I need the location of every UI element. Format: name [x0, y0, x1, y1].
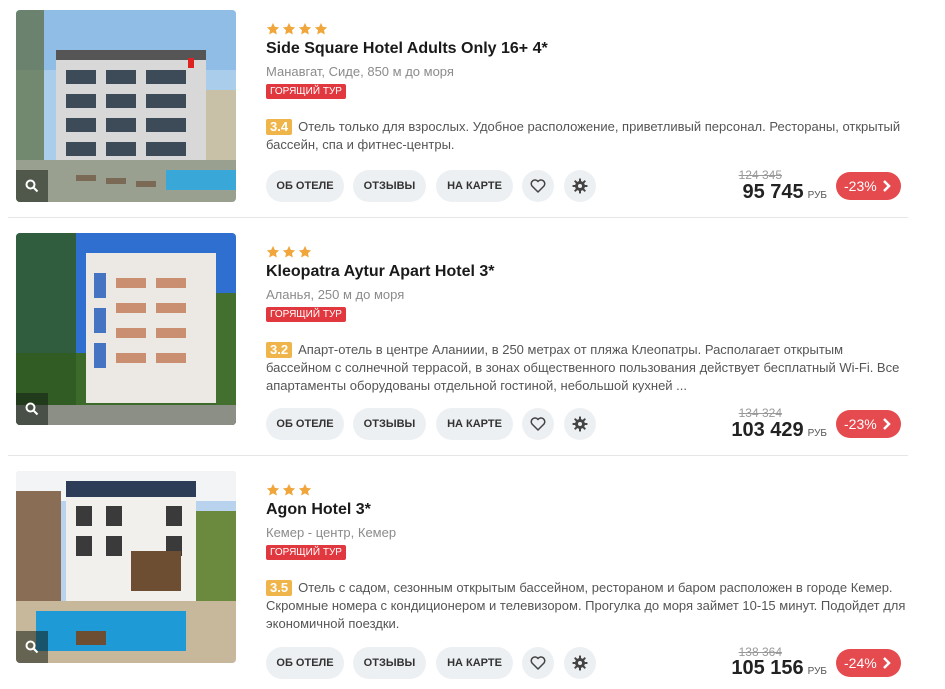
favorite-button[interactable] [522, 408, 554, 440]
about-hotel-button[interactable]: ОБ ОТЕЛЕ [266, 170, 344, 202]
heart-icon [530, 656, 546, 670]
favorite-button[interactable] [522, 170, 554, 202]
hotel-name[interactable]: Kleopatra Aytur Apart Hotel 3* [266, 263, 494, 281]
search-icon[interactable] [16, 170, 48, 202]
search-icon[interactable] [16, 393, 48, 425]
price: 95 745 РУБ [742, 181, 827, 204]
hot-tour-badge: ГОРЯЩИЙ ТУР [266, 545, 346, 560]
chevron-right-icon [883, 180, 891, 192]
reviews-button[interactable]: ОТЗЫВЫ [353, 408, 426, 440]
on-map-button[interactable]: НА КАРТЕ [436, 647, 513, 679]
hotel-photo[interactable] [16, 10, 236, 202]
price-value: 103 429 [731, 419, 804, 441]
settings-button[interactable] [564, 170, 596, 202]
old-price: 134 324 [738, 406, 782, 420]
on-map-button[interactable]: НА КАРТЕ [436, 170, 513, 202]
discount-value: -23% [844, 178, 877, 194]
rating-badge: 3.2 [266, 342, 293, 358]
star-icon [298, 483, 312, 496]
discount-value: -23% [844, 416, 877, 432]
about-hotel-button[interactable]: ОБ ОТЕЛЕ [266, 408, 344, 440]
heart-icon [530, 417, 546, 431]
star-icon [314, 22, 328, 35]
star-icon [298, 245, 312, 258]
hotel-stars [266, 22, 328, 36]
chevron-right-icon [883, 418, 891, 430]
gear-icon [572, 655, 588, 671]
search-icon[interactable] [16, 631, 48, 663]
reviews-button[interactable]: ОТЗЫВЫ [353, 647, 426, 679]
hot-tour-badge: ГОРЯЩИЙ ТУР [266, 84, 346, 99]
settings-button[interactable] [564, 408, 596, 440]
discount-value: -24% [844, 655, 877, 671]
currency: РУБ [807, 666, 827, 677]
reviews-button[interactable]: ОТЗЫВЫ [353, 170, 426, 202]
old-price: 124 345 [738, 168, 782, 182]
currency: РУБ [807, 428, 827, 439]
star-icon [282, 22, 296, 35]
on-map-button[interactable]: НА КАРТЕ [436, 408, 513, 440]
hotel-stars [266, 483, 312, 497]
price: 105 156 РУБ [731, 657, 827, 680]
rating-badge: 3.4 [266, 119, 293, 135]
star-icon [266, 22, 280, 35]
about-hotel-button[interactable]: ОБ ОТЕЛЕ [266, 647, 344, 679]
hotel-card: Side Square Hotel Adults Only 16+ 4* Ман… [0, 10, 945, 248]
hot-tour-badge: ГОРЯЩИЙ ТУР [266, 307, 346, 322]
star-icon [266, 245, 280, 258]
discount-button[interactable]: -24% [836, 649, 901, 677]
hotel-photo[interactable] [16, 471, 236, 663]
price: 103 429 РУБ [731, 419, 827, 442]
hotel-location: Кемер - центр, Кемер [266, 525, 397, 540]
currency: РУБ [807, 190, 827, 201]
gear-icon [572, 416, 588, 432]
discount-button[interactable]: -23% [836, 410, 901, 438]
hotel-stars [266, 245, 312, 259]
hotel-description: 3.2 Апарт-отель в центре Аланиии, в 250 м… [266, 341, 906, 395]
star-icon [282, 245, 296, 258]
rating-badge: 3.5 [266, 580, 293, 596]
hotel-name[interactable]: Side Square Hotel Adults Only 16+ 4* [266, 40, 548, 58]
divider [8, 217, 908, 218]
divider [8, 455, 908, 456]
hotel-description: 3.5 Отель с садом, сезонным открытым басс… [266, 579, 906, 633]
hotel-card: Agon Hotel 3* Кемер - центр, Кемер ГОРЯЩ… [0, 471, 945, 689]
price-value: 105 156 [731, 657, 804, 679]
star-icon [282, 483, 296, 496]
hotel-description: 3.4 Отель только для взрослых. Удобное ра… [266, 118, 906, 154]
hotel-card: Kleopatra Aytur Apart Hotel 3* Аланья, 2… [0, 233, 945, 471]
hotel-name[interactable]: Agon Hotel 3* [266, 501, 371, 519]
gear-icon [572, 178, 588, 194]
favorite-button[interactable] [522, 647, 554, 679]
settings-button[interactable] [564, 647, 596, 679]
price-value: 95 745 [742, 181, 804, 203]
heart-icon [530, 179, 546, 193]
discount-button[interactable]: -23% [836, 172, 901, 200]
description-text: Отель с садом, сезонным открытым бассейн… [266, 580, 906, 631]
description-text: Апарт-отель в центре Аланиии, в 250 метр… [266, 342, 900, 393]
hotel-photo[interactable] [16, 233, 236, 425]
star-icon [266, 483, 280, 496]
hotel-location: Манавгат, Сиде, 850 м до моря [266, 64, 454, 79]
star-icon [298, 22, 312, 35]
hotel-location: Аланья, 250 м до моря [266, 287, 405, 302]
description-text: Отель только для взрослых. Удобное распо… [266, 119, 901, 152]
chevron-right-icon [883, 657, 891, 669]
